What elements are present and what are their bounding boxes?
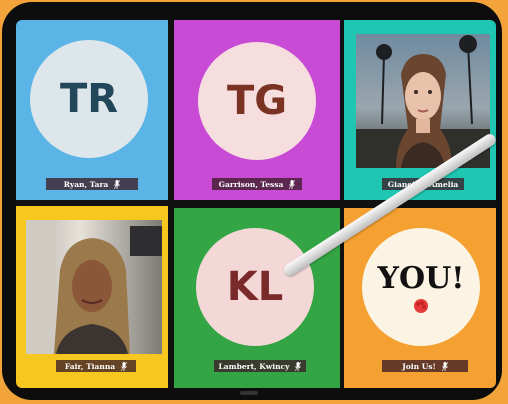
avatar: YOU! — [362, 228, 480, 346]
video-frame-woman — [26, 220, 162, 354]
name-label: Join Us! — [382, 360, 468, 372]
video-grid: TR Ryan, Tara TG Garrison, Tessa Fair, T… — [16, 20, 496, 388]
avatar-initials: TG — [226, 78, 288, 124]
avatar: KL — [196, 228, 314, 346]
name-label: Garrison, Tessa — [212, 178, 302, 190]
name-label: Ryan, Tara — [46, 178, 138, 190]
participant-tile-gianetto[interactable]: Gianetto, Amelia — [344, 20, 496, 200]
participant-video — [26, 220, 162, 354]
participant-name: Garrison, Tessa — [218, 179, 284, 189]
microphone-icon[interactable] — [121, 361, 128, 371]
participant-name: Lambert, Kwincy — [218, 361, 290, 371]
microphone-icon[interactable] — [289, 179, 296, 189]
name-label: Fair, Tianna — [56, 360, 136, 372]
participant-tile-fair[interactable]: Fair, Tianna — [16, 206, 168, 388]
home-indicator — [240, 391, 258, 395]
participant-name: Fair, Tianna — [64, 361, 116, 371]
avatar-initials: TR — [59, 76, 119, 122]
avatar: TR — [30, 40, 148, 158]
avatar: TG — [198, 42, 316, 160]
raised-fist-icon — [414, 298, 428, 313]
microphone-icon[interactable] — [441, 361, 448, 371]
participant-name: Join Us! — [402, 361, 436, 371]
participant-tile-ryan[interactable]: TR Ryan, Tara — [16, 20, 168, 200]
you-label: YOU! — [377, 260, 465, 296]
microphone-icon[interactable] — [295, 361, 302, 371]
participant-tile-you[interactable]: YOU! Join Us! — [344, 208, 496, 388]
avatar-initials: KL — [226, 264, 284, 310]
participant-tile-lambert[interactable]: KL Lambert, Kwincy — [174, 208, 340, 388]
participant-name: Ryan, Tara — [63, 179, 109, 189]
microphone-icon[interactable] — [114, 179, 121, 189]
name-label: Lambert, Kwincy — [214, 360, 306, 372]
participant-tile-garrison[interactable]: TG Garrison, Tessa — [174, 20, 340, 200]
